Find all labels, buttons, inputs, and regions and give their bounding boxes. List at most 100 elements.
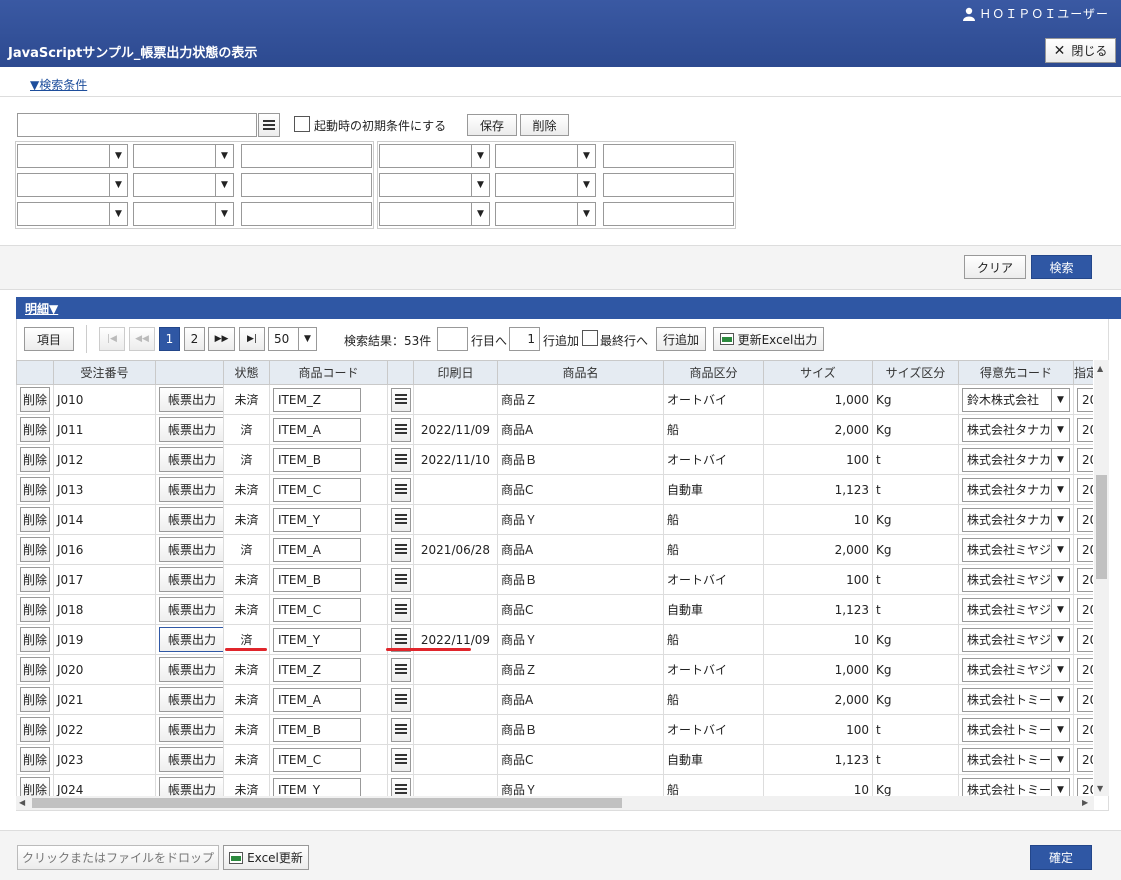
horizontal-scroll-thumb[interactable]	[32, 798, 622, 808]
condition-select[interactable]: ▼	[17, 202, 128, 226]
horizontal-scrollbar[interactable]: ◀ ▶	[16, 796, 1094, 810]
customer-select[interactable]: 株式会社タナカ ▼	[962, 507, 1070, 532]
item-code-input[interactable]: ITEM_B	[273, 447, 361, 472]
delete-row-button[interactable]: 削除	[20, 537, 51, 562]
column-header[interactable]: 得意先コード	[958, 360, 1074, 385]
add-row-button[interactable]: 行追加	[656, 327, 706, 351]
item-code-input[interactable]: ITEM_Z	[273, 657, 361, 682]
print-report-button[interactable]: 帳票出力	[159, 507, 223, 532]
goto-row-input[interactable]	[437, 327, 468, 351]
spec-date-input[interactable]: 2020/0	[1077, 657, 1093, 682]
delete-row-button[interactable]: 削除	[20, 477, 51, 502]
customer-select[interactable]: 株式会社ミヤジ ▼	[962, 627, 1070, 652]
spec-date-input[interactable]: 2020/0	[1077, 747, 1093, 772]
last-row-checkbox[interactable]	[582, 330, 598, 346]
item-code-list-button[interactable]	[391, 507, 411, 532]
delete-row-button[interactable]: 削除	[20, 717, 51, 742]
customer-select[interactable]: 株式会社トミー ▼	[962, 717, 1070, 742]
item-code-input[interactable]: ITEM_Y	[273, 777, 361, 796]
item-code-list-button[interactable]	[391, 477, 411, 502]
column-header[interactable]: 商品名	[497, 360, 664, 385]
print-report-button[interactable]: 帳票出力	[159, 477, 223, 502]
delete-row-button[interactable]: 削除	[20, 387, 51, 412]
column-header[interactable]: サイズ区分	[872, 360, 959, 385]
print-report-button[interactable]: 帳票出力	[159, 567, 223, 592]
file-drop-zone[interactable]: クリックまたはファイルをドロップ	[17, 845, 219, 870]
scroll-right-icon[interactable]: ▶	[1082, 798, 1088, 807]
condition-value-input[interactable]	[241, 173, 372, 197]
customer-select[interactable]: 株式会社トミー ▼	[962, 747, 1070, 772]
vertical-scrollbar[interactable]: ▲ ▼	[1094, 360, 1109, 796]
delete-row-button[interactable]: 削除	[20, 597, 51, 622]
print-report-button[interactable]: 帳票出力	[159, 447, 223, 472]
item-code-input[interactable]: ITEM_B	[273, 717, 361, 742]
vertical-scroll-thumb[interactable]	[1096, 475, 1107, 579]
spec-date-input[interactable]: 2020/0	[1077, 537, 1093, 562]
print-report-button[interactable]: 帳票出力	[159, 687, 223, 712]
item-code-list-button[interactable]	[391, 387, 411, 412]
spec-date-input[interactable]: 2020/0	[1077, 627, 1093, 652]
print-report-button[interactable]: 帳票出力	[159, 387, 223, 412]
item-code-list-button[interactable]	[391, 567, 411, 592]
print-report-button[interactable]: 帳票出力	[159, 417, 223, 442]
columns-button[interactable]: 項目	[24, 327, 74, 351]
column-header[interactable]	[387, 360, 414, 385]
customer-select[interactable]: 株式会社タナカ ▼	[962, 447, 1070, 472]
condition-select[interactable]: ▼	[379, 202, 490, 226]
item-code-list-button[interactable]	[391, 747, 411, 772]
print-report-button[interactable]: 帳票出力	[159, 597, 223, 622]
condition-value-input[interactable]	[241, 144, 372, 168]
delete-row-button[interactable]: 削除	[20, 747, 51, 772]
condition-select[interactable]: ▼	[495, 173, 596, 197]
initial-condition-checkbox[interactable]	[294, 116, 310, 132]
condition-select[interactable]: ▼	[133, 173, 234, 197]
condition-list-button[interactable]	[258, 113, 280, 137]
print-report-button[interactable]: 帳票出力	[159, 627, 223, 652]
spec-date-input[interactable]: 2020/0	[1077, 507, 1093, 532]
delete-row-button[interactable]: 削除	[20, 507, 51, 532]
item-code-input[interactable]: ITEM_Y	[273, 627, 361, 652]
customer-select[interactable]: 鈴木株式会社 ▼	[962, 387, 1070, 412]
scroll-down-icon[interactable]: ▼	[1097, 784, 1103, 793]
print-report-button[interactable]: 帳票出力	[159, 747, 223, 772]
spec-date-input[interactable]: 2020/0	[1077, 417, 1093, 442]
page-1-button[interactable]: 1	[159, 327, 180, 351]
page-size-select[interactable]: 50 ▼	[268, 327, 317, 351]
item-code-list-button[interactable]	[391, 417, 411, 442]
column-header[interactable]: 印刷日	[413, 360, 498, 385]
column-header[interactable]: 商品区分	[663, 360, 764, 385]
save-button[interactable]: 保存	[467, 114, 517, 136]
column-header[interactable]	[16, 360, 54, 385]
condition-select[interactable]: ▼	[379, 173, 490, 197]
column-header[interactable]: 指定	[1073, 360, 1093, 385]
spec-date-input[interactable]: 2020/0	[1077, 387, 1093, 412]
item-code-list-button[interactable]	[391, 537, 411, 562]
item-code-input[interactable]: ITEM_A	[273, 537, 361, 562]
customer-select[interactable]: 株式会社ミヤジ ▼	[962, 657, 1070, 682]
detail-section-header[interactable]: 明細▼	[16, 297, 1121, 319]
delete-row-button[interactable]: 削除	[20, 687, 51, 712]
search-button[interactable]: 検索	[1031, 255, 1092, 279]
item-code-input[interactable]: ITEM_C	[273, 477, 361, 502]
item-code-input[interactable]: ITEM_Z	[273, 387, 361, 412]
confirm-button[interactable]: 確定	[1030, 845, 1092, 870]
spec-date-input[interactable]: 2020/0	[1077, 597, 1093, 622]
next-page-button[interactable]: ▶▶	[208, 327, 235, 351]
customer-select[interactable]: 株式会社トミー ▼	[962, 777, 1070, 796]
item-code-input[interactable]: ITEM_A	[273, 417, 361, 442]
page-2-button[interactable]: 2	[184, 327, 205, 351]
condition-select[interactable]: ▼	[17, 144, 128, 168]
print-report-button[interactable]: 帳票出力	[159, 537, 223, 562]
condition-select[interactable]: ▼	[495, 144, 596, 168]
condition-value-input[interactable]	[241, 202, 372, 226]
item-code-input[interactable]: ITEM_C	[273, 747, 361, 772]
condition-select[interactable]: ▼	[17, 173, 128, 197]
column-header[interactable]	[155, 360, 224, 385]
delete-condition-button[interactable]: 削除	[520, 114, 569, 136]
scroll-up-icon[interactable]: ▲	[1097, 364, 1103, 373]
add-row-count-input[interactable]: 1	[509, 327, 540, 351]
user-menu[interactable]: ＨＯＩＰＯＩユーザー	[962, 5, 1109, 22]
search-conditions-toggle[interactable]: ▼検索条件	[30, 76, 87, 93]
item-code-list-button[interactable]	[391, 717, 411, 742]
delete-row-button[interactable]: 削除	[20, 417, 51, 442]
